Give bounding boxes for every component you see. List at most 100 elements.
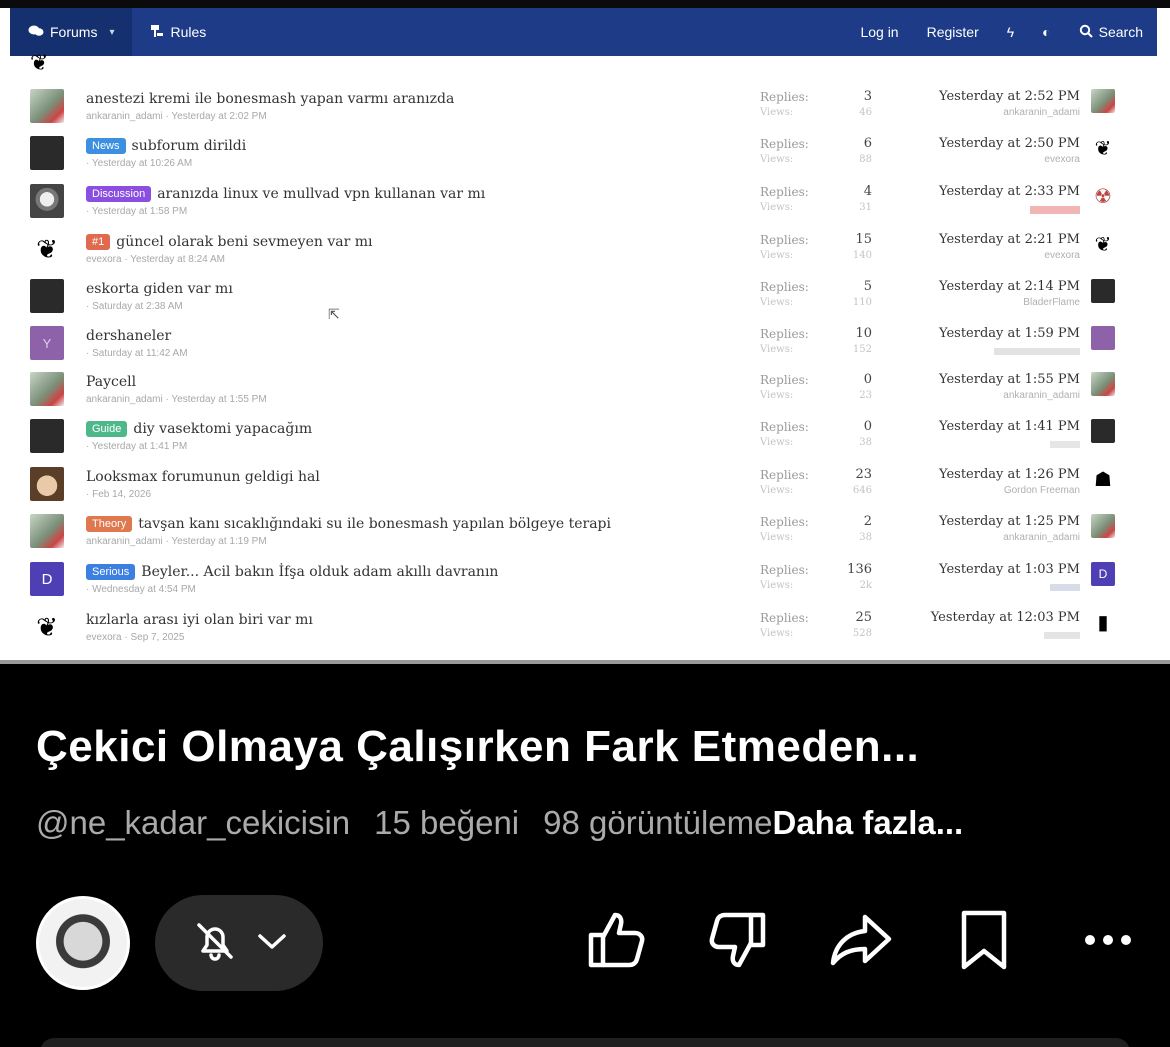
nav-forums-label: Forums [50, 24, 98, 40]
prefix-badge[interactable]: Discussion [86, 186, 152, 202]
last-post-date[interactable]: Yesterday at 12:03 PM [931, 610, 1080, 625]
last-post-user[interactable]: ankaranin_adami [1003, 107, 1080, 118]
avatar[interactable]: ❦ [30, 232, 64, 266]
video-progress-bar[interactable] [0, 660, 1170, 664]
last-post-date[interactable]: Yesterday at 1:26 PM [939, 467, 1080, 482]
style-toggle-button[interactable]: ◐ [1028, 8, 1064, 56]
prefix-badge[interactable]: News [86, 138, 126, 154]
table-row[interactable]: anestezi kremi ile bonesmash yapan varmı… [0, 89, 1170, 136]
avatar[interactable]: D [30, 562, 64, 596]
last-post-date[interactable]: Yesterday at 2:50 PM [939, 136, 1080, 151]
thread-title[interactable]: Looksmax forumunun geldigi hal [86, 469, 320, 485]
avatar[interactable]: ❦ [30, 610, 64, 644]
last-post-user[interactable]: ankaranin_adami [1003, 390, 1080, 401]
nav-tab-rules[interactable]: Rules [132, 8, 224, 56]
last-post-date[interactable]: Yesterday at 2:52 PM [939, 89, 1080, 104]
thread-title[interactable]: anestezi kremi ile bonesmash yapan varmı… [86, 91, 454, 107]
avatar[interactable]: ☗ [1091, 467, 1115, 491]
table-row[interactable]: Paycell ankaranin_adami · Yesterday at 1… [0, 372, 1170, 419]
avatar[interactable] [1091, 326, 1115, 350]
last-post-user[interactable] [994, 348, 1080, 355]
avatar[interactable] [1091, 514, 1115, 538]
share-button[interactable] [824, 906, 896, 978]
last-post-user[interactable]: Gordon Freeman [1004, 485, 1080, 496]
table-row[interactable]: News subforum dirildi · Yesterday at 10:2… [0, 136, 1170, 183]
short-title[interactable]: Çekici Olmaya Çalışırken Fark Etmeden... [36, 722, 919, 772]
thread-title[interactable]: Serious Beyler... Acil bakın İfşa olduk a… [86, 564, 498, 580]
last-post-date[interactable]: Yesterday at 2:14 PM [939, 279, 1080, 294]
thread-title[interactable]: Discussion aranızda linux ve mullvad vpn … [86, 186, 485, 202]
avatar[interactable]: Y [30, 326, 64, 360]
avatar[interactable]: ❦ [1091, 232, 1115, 256]
search-link[interactable]: Search [1065, 8, 1157, 56]
last-post-date[interactable]: Yesterday at 2:21 PM [939, 232, 1080, 247]
prefix-badge[interactable]: Guide [86, 421, 128, 437]
prefix-badge[interactable]: #1 [86, 234, 111, 250]
avatar[interactable] [30, 372, 64, 406]
comment-bar[interactable] [40, 1038, 1130, 1047]
last-post-user[interactable] [1044, 632, 1080, 639]
avatar[interactable] [30, 467, 64, 501]
nav-tab-forums[interactable]: Forums ▾ [10, 8, 133, 56]
login-link[interactable]: Log in [846, 8, 912, 56]
last-post-user[interactable] [1030, 206, 1080, 214]
avatar[interactable]: D [1091, 562, 1115, 586]
avatar[interactable] [30, 136, 64, 170]
notification-toggle-button[interactable] [155, 895, 323, 991]
register-link[interactable]: Register [913, 8, 993, 56]
thread-title[interactable]: Paycell [86, 374, 136, 390]
table-row[interactable]: Y dershaneler · Saturday at 11:42 AM Rep… [0, 326, 1170, 373]
avatar[interactable] [1091, 419, 1115, 443]
avatar[interactable] [30, 279, 64, 313]
thread-title[interactable]: News subforum dirildi [86, 138, 246, 154]
table-row[interactable]: D Serious Beyler... Acil bakın İfşa olduk… [0, 562, 1170, 609]
avatar[interactable] [30, 419, 64, 453]
last-post-date[interactable]: Yesterday at 1:55 PM [939, 372, 1080, 387]
thread-title[interactable]: Guide diy vasektomi yapacağım [86, 421, 312, 437]
avatar[interactable] [30, 514, 64, 548]
last-post-date[interactable]: Yesterday at 1:03 PM [939, 562, 1080, 577]
avatar[interactable] [30, 184, 64, 218]
thread-title[interactable]: kızlarla arası iyi olan biri var mı [86, 612, 313, 628]
last-post-user[interactable]: evexora [1044, 250, 1080, 261]
table-row[interactable]: ❦ #1 güncel olarak beni sevmeyen var mı e… [0, 232, 1170, 279]
thread-title[interactable]: Theory tavşan kanı sıcaklığındaki su ile … [86, 516, 611, 532]
avatar[interactable]: ▮ [1091, 610, 1115, 634]
channel-avatar[interactable] [36, 896, 130, 990]
table-row[interactable]: eskorta giden var mı · Saturday at 2:38 … [0, 279, 1170, 326]
video-frame[interactable]: Forums ▾ Rules Log in Register ϟ ◐ Searc… [0, 0, 1170, 664]
channel-handle[interactable]: @ne_kadar_cekicisin [36, 804, 350, 842]
thread-title[interactable]: eskorta giden var mı [86, 281, 233, 297]
table-row[interactable]: Discussion aranızda linux ve mullvad vpn … [0, 184, 1170, 231]
like-button[interactable] [580, 906, 652, 978]
thread-meta: · Saturday at 2:38 AM [86, 301, 183, 312]
whats-new-button[interactable]: ϟ [993, 8, 1028, 56]
last-post-user[interactable]: BladerFlame [1023, 297, 1080, 308]
table-row[interactable]: ❦ kızlarla arası iyi olan biri var mı ev… [0, 610, 1170, 657]
last-post-user[interactable]: ankaranin_adami [1003, 532, 1080, 543]
table-row[interactable]: Theory tavşan kanı sıcaklığındaki su ile … [0, 514, 1170, 561]
last-post-user[interactable] [1050, 441, 1080, 448]
last-post-user[interactable] [1050, 584, 1080, 591]
thread-title[interactable]: #1 güncel olarak beni sevmeyen var mı [86, 234, 372, 250]
avatar[interactable] [1091, 372, 1115, 396]
prefix-badge[interactable]: Serious [86, 564, 136, 580]
more-button[interactable]: Daha fazla... [772, 804, 963, 842]
last-post-date[interactable]: Yesterday at 2:33 PM [939, 184, 1080, 199]
last-post-date[interactable]: Yesterday at 1:25 PM [939, 514, 1080, 529]
avatar[interactable] [1091, 279, 1115, 303]
table-row[interactable]: Looksmax forumunun geldigi hal · Feb 14,… [0, 467, 1170, 514]
avatar[interactable]: ☢ [1091, 184, 1115, 208]
last-post-date[interactable]: Yesterday at 1:41 PM [939, 419, 1080, 434]
table-row[interactable]: Guide diy vasektomi yapacağım · Yesterday… [0, 419, 1170, 466]
dislike-button[interactable] [702, 906, 774, 978]
more-options-button[interactable] [1072, 906, 1144, 978]
avatar[interactable]: ❦ [1091, 136, 1115, 160]
avatar[interactable] [30, 89, 64, 123]
save-button[interactable] [948, 906, 1020, 978]
last-post-date[interactable]: Yesterday at 1:59 PM [939, 326, 1080, 341]
last-post-user[interactable]: evexora [1044, 154, 1080, 165]
thread-title[interactable]: dershaneler [86, 328, 171, 344]
prefix-badge[interactable]: Theory [86, 516, 133, 532]
avatar[interactable] [1091, 89, 1115, 113]
